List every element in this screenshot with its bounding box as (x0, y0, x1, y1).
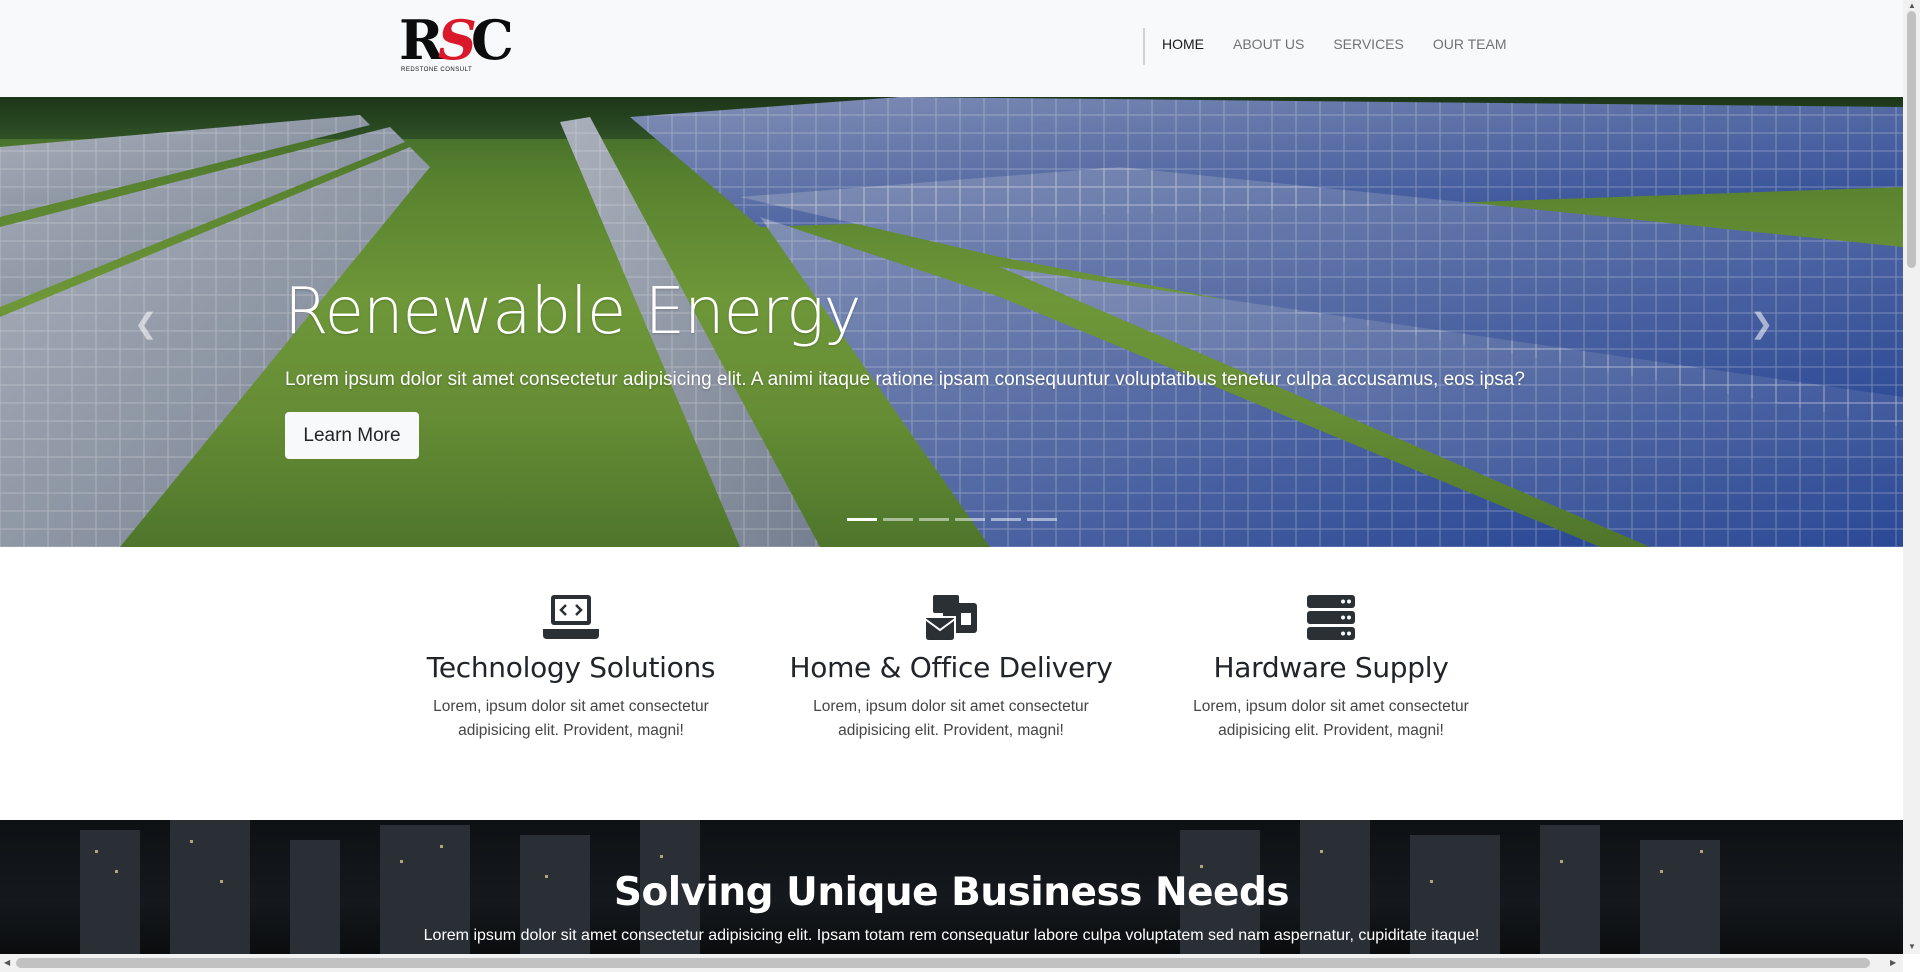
carousel-indicator[interactable] (883, 518, 913, 521)
learn-more-button[interactable]: Learn More (285, 412, 419, 459)
nav-our-team[interactable]: OUR TEAM (1433, 36, 1507, 52)
carousel-indicator[interactable] (955, 518, 985, 521)
nav-menu: HOME ABOUT US SERVICES OUR TEAM (1162, 36, 1507, 52)
feature-technology-solutions: Technology Solutions Lorem, ipsum dolor … (381, 593, 761, 743)
nav-home[interactable]: HOME (1162, 36, 1204, 52)
chevron-left-icon[interactable]: ❮ (134, 307, 157, 340)
carousel-indicator[interactable] (991, 518, 1021, 521)
carousel-indicators (847, 518, 1057, 521)
horizontal-scroll-thumb[interactable] (16, 958, 1870, 968)
server-icon (1307, 595, 1355, 640)
scroll-left-icon[interactable]: ◀ (4, 958, 10, 967)
envelopes-icon (924, 595, 977, 642)
feature-title: Home & Office Delivery (789, 651, 1113, 684)
feature-text: Lorem, ipsum dolor sit amet consectetur … (433, 698, 709, 739)
page: RSC REDSTONE CONSULT HOME ABOUT US SERVI… (0, 0, 1903, 954)
navbar: RSC REDSTONE CONSULT HOME ABOUT US SERVI… (0, 0, 1903, 97)
horizontal-scrollbar[interactable]: ◀ ▶ (0, 954, 1903, 972)
feature-title: Hardware Supply (1213, 651, 1449, 684)
carousel-indicator[interactable] (847, 518, 877, 521)
feature-title: Technology Solutions (426, 651, 716, 684)
logo-mark: RSC (399, 8, 514, 72)
hero-carousel: ❮ ❯ Renewable Energy Lorem ipsum dolor s… (0, 97, 1903, 547)
scroll-up-icon[interactable]: ▲ (1908, 1, 1916, 10)
logo-subtext: REDSTONE CONSULT (401, 67, 473, 73)
feature-home-office-delivery: Home & Office Delivery Lorem, ipsum dolo… (761, 593, 1141, 743)
scroll-down-icon[interactable]: ▼ (1908, 942, 1916, 951)
chevron-right-icon[interactable]: ❯ (1750, 307, 1773, 340)
feature-text: Lorem, ipsum dolor sit amet consectetur … (1193, 698, 1469, 739)
nav-about-us[interactable]: ABOUT US (1233, 36, 1304, 52)
carousel-indicator[interactable] (919, 518, 949, 521)
vertical-scrollbar[interactable]: ▲ ▼ (1903, 0, 1920, 954)
feature-hardware-supply: Hardware Supply Lorem, ipsum dolor sit a… (1141, 593, 1521, 743)
nav-services[interactable]: SERVICES (1333, 36, 1404, 52)
scroll-right-icon[interactable]: ▶ (1890, 958, 1896, 967)
business-text: Lorem ipsum dolor sit amet consectetur a… (423, 927, 1480, 944)
carousel-indicator[interactable] (1027, 518, 1057, 521)
nav-divider (1143, 28, 1145, 65)
brand-logo[interactable]: RSC REDSTONE CONSULT (399, 13, 514, 77)
feature-text: Lorem, ipsum dolor sit amet consectetur … (813, 698, 1089, 739)
business-section: Solving Unique Business Needs Lorem ipsu… (0, 820, 1903, 954)
hero-title: Renewable Energy (284, 275, 861, 349)
laptop-code-icon (543, 595, 599, 639)
business-title: Solving Unique Business Needs (613, 870, 1290, 915)
vertical-scroll-thumb[interactable] (1907, 11, 1916, 268)
hero-text: Lorem ipsum dolor sit amet consectetur a… (285, 369, 1525, 390)
